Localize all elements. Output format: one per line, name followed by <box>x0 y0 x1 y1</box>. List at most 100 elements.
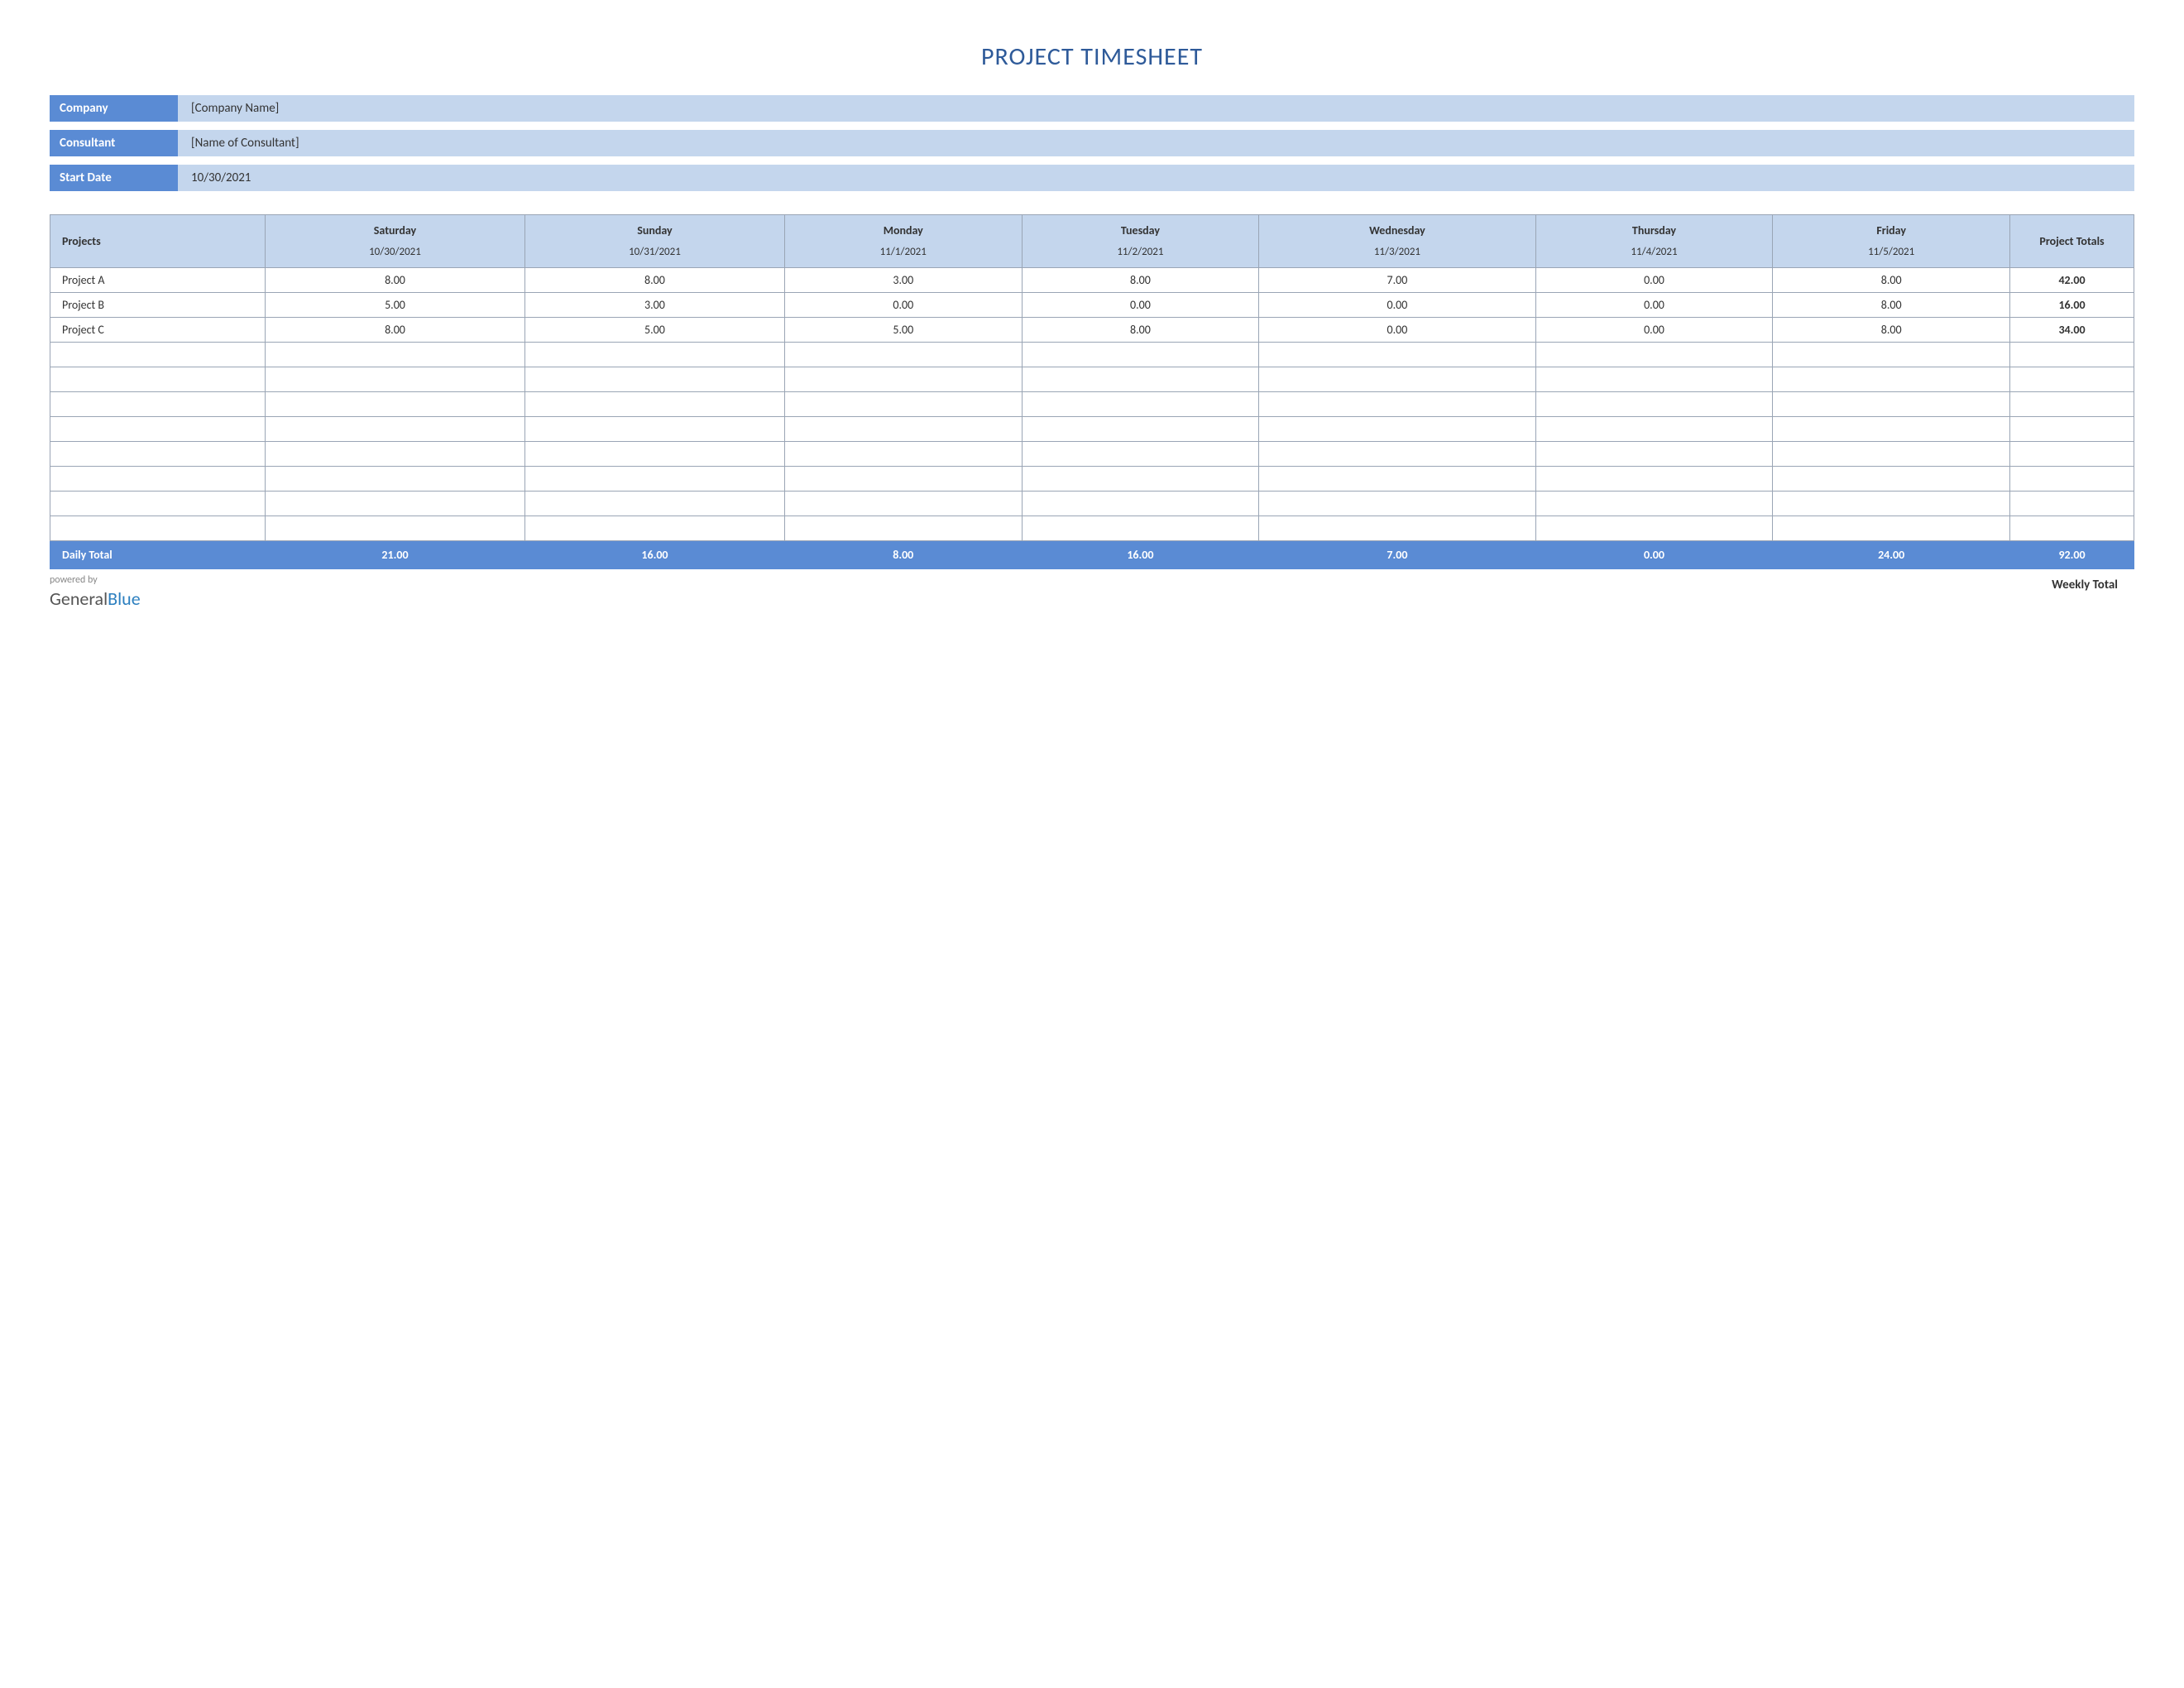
hours-cell[interactable] <box>1773 392 2010 417</box>
hours-cell[interactable] <box>266 343 525 367</box>
hours-cell[interactable]: 5.00 <box>524 318 784 343</box>
hours-cell[interactable] <box>524 467 784 492</box>
daily-total-cell: 21.00 <box>266 541 525 569</box>
hours-cell[interactable] <box>1773 492 2010 516</box>
hours-cell[interactable] <box>1259 492 1535 516</box>
hours-cell[interactable] <box>266 492 525 516</box>
table-row <box>50 442 2134 467</box>
hours-cell[interactable] <box>524 417 784 442</box>
hours-cell[interactable]: 5.00 <box>266 293 525 318</box>
hours-cell[interactable] <box>266 367 525 392</box>
hours-cell[interactable] <box>524 492 784 516</box>
hours-cell[interactable] <box>784 367 1022 392</box>
hours-cell[interactable] <box>784 467 1022 492</box>
hours-cell[interactable] <box>266 516 525 541</box>
project-name-cell[interactable] <box>50 367 266 392</box>
hours-cell[interactable] <box>1773 417 2010 442</box>
hours-cell[interactable]: 3.00 <box>524 293 784 318</box>
hours-cell[interactable]: 0.00 <box>784 293 1022 318</box>
consultant-value[interactable]: [Name of Consultant] <box>178 130 2134 156</box>
project-name-cell[interactable] <box>50 392 266 417</box>
hours-cell[interactable] <box>1022 492 1259 516</box>
hours-cell[interactable] <box>1259 343 1535 367</box>
project-name-cell[interactable]: Project C <box>50 318 266 343</box>
hours-cell[interactable] <box>784 442 1022 467</box>
hours-cell[interactable] <box>1535 417 1773 442</box>
hours-cell[interactable] <box>784 417 1022 442</box>
project-name-cell[interactable] <box>50 492 266 516</box>
hours-cell[interactable] <box>784 492 1022 516</box>
hours-cell[interactable] <box>1773 367 2010 392</box>
startdate-value[interactable]: 10/30/2021 <box>178 165 2134 191</box>
hours-cell[interactable]: 5.00 <box>784 318 1022 343</box>
hours-cell[interactable] <box>1022 343 1259 367</box>
hours-cell[interactable]: 8.00 <box>524 268 784 293</box>
hours-cell[interactable] <box>266 417 525 442</box>
hours-cell[interactable]: 0.00 <box>1022 293 1259 318</box>
hours-cell[interactable]: 8.00 <box>1022 318 1259 343</box>
hours-cell[interactable] <box>1773 516 2010 541</box>
project-name-cell[interactable] <box>50 417 266 442</box>
hours-cell[interactable]: 8.00 <box>1773 293 2010 318</box>
company-value[interactable]: [Company Name] <box>178 95 2134 122</box>
hours-cell[interactable] <box>1259 516 1535 541</box>
hours-cell[interactable] <box>1022 467 1259 492</box>
hours-cell[interactable] <box>1022 392 1259 417</box>
table-row <box>50 367 2134 392</box>
day-header-1: Sunday10/31/2021 <box>524 215 784 268</box>
project-name-cell[interactable] <box>50 467 266 492</box>
hours-cell[interactable]: 0.00 <box>1535 268 1773 293</box>
hours-cell[interactable] <box>784 516 1022 541</box>
hours-cell[interactable] <box>1535 343 1773 367</box>
hours-cell[interactable] <box>266 467 525 492</box>
hours-cell[interactable] <box>1535 467 1773 492</box>
hours-cell[interactable]: 7.00 <box>1259 268 1535 293</box>
hours-cell[interactable] <box>1535 516 1773 541</box>
hours-cell[interactable] <box>524 516 784 541</box>
project-total-cell: 42.00 <box>2010 268 2134 293</box>
hours-cell[interactable] <box>1535 442 1773 467</box>
table-row: Project A8.008.003.008.007.000.008.0042.… <box>50 268 2134 293</box>
hours-cell[interactable] <box>266 442 525 467</box>
hours-cell[interactable] <box>1535 492 1773 516</box>
hours-cell[interactable] <box>1259 442 1535 467</box>
hours-cell[interactable]: 8.00 <box>266 318 525 343</box>
hours-cell[interactable]: 8.00 <box>1022 268 1259 293</box>
hours-cell[interactable]: 0.00 <box>1535 293 1773 318</box>
hours-cell[interactable] <box>1535 367 1773 392</box>
project-name-cell[interactable] <box>50 343 266 367</box>
hours-cell[interactable] <box>524 343 784 367</box>
project-name-cell[interactable] <box>50 442 266 467</box>
hours-cell[interactable]: 0.00 <box>1259 318 1535 343</box>
hours-cell[interactable]: 8.00 <box>1773 268 2010 293</box>
project-name-cell[interactable]: Project A <box>50 268 266 293</box>
consultant-row: Consultant [Name of Consultant] <box>50 130 2134 156</box>
hours-cell[interactable]: 8.00 <box>1773 318 2010 343</box>
hours-cell[interactable]: 3.00 <box>784 268 1022 293</box>
hours-cell[interactable] <box>1773 343 2010 367</box>
hours-cell[interactable]: 8.00 <box>266 268 525 293</box>
hours-cell[interactable] <box>1259 417 1535 442</box>
project-name-cell[interactable]: Project B <box>50 293 266 318</box>
hours-cell[interactable] <box>524 367 784 392</box>
project-name-cell[interactable] <box>50 516 266 541</box>
hours-cell[interactable]: 0.00 <box>1259 293 1535 318</box>
hours-cell[interactable] <box>1022 367 1259 392</box>
hours-cell[interactable] <box>524 392 784 417</box>
hours-cell[interactable] <box>1022 442 1259 467</box>
hours-cell[interactable] <box>1259 367 1535 392</box>
hours-cell[interactable] <box>1535 392 1773 417</box>
hours-cell[interactable] <box>1022 417 1259 442</box>
hours-cell[interactable] <box>1259 467 1535 492</box>
company-row: Company [Company Name] <box>50 95 2134 122</box>
hours-cell[interactable] <box>1022 516 1259 541</box>
day-header-3: Tuesday11/2/2021 <box>1022 215 1259 268</box>
hours-cell[interactable] <box>524 442 784 467</box>
hours-cell[interactable] <box>784 343 1022 367</box>
hours-cell[interactable]: 0.00 <box>1535 318 1773 343</box>
hours-cell[interactable] <box>266 392 525 417</box>
hours-cell[interactable] <box>1259 392 1535 417</box>
hours-cell[interactable] <box>1773 467 2010 492</box>
hours-cell[interactable] <box>784 392 1022 417</box>
hours-cell[interactable] <box>1773 442 2010 467</box>
